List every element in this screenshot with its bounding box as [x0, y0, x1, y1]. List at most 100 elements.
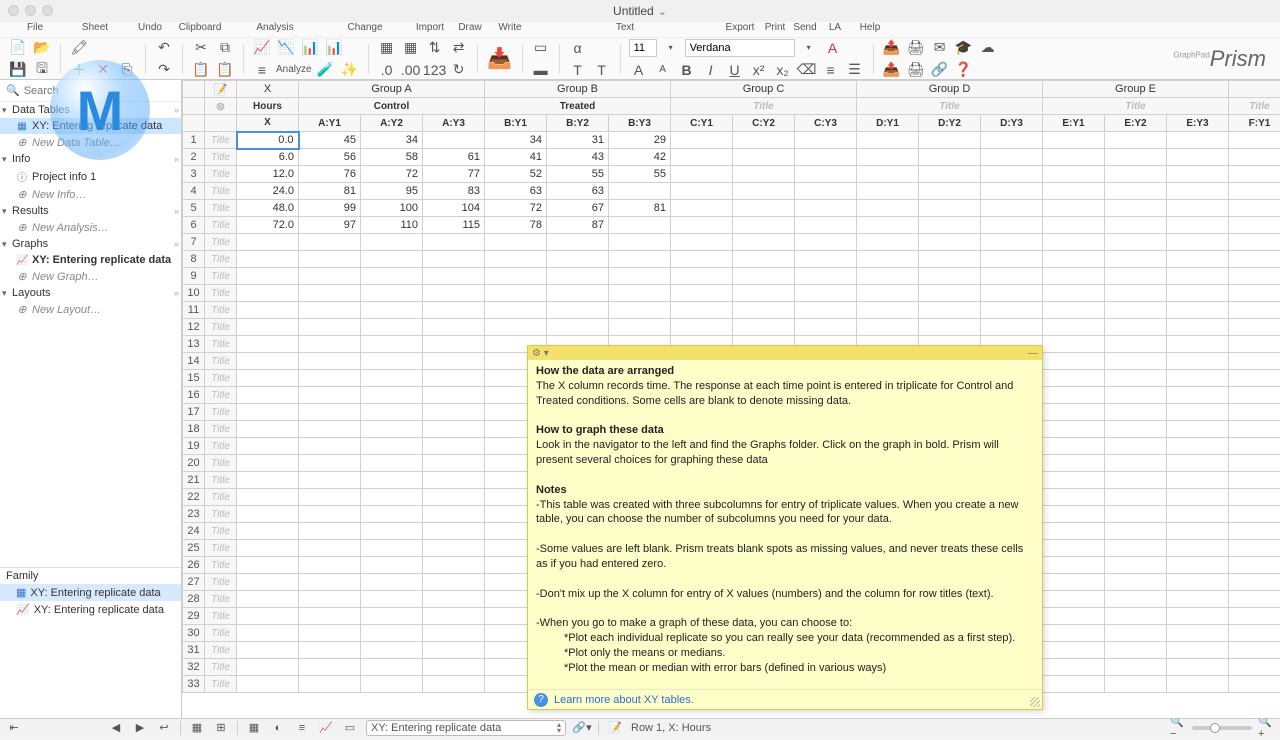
- numbers-icon[interactable]: 123: [425, 60, 445, 80]
- italic-icon[interactable]: I: [701, 60, 721, 80]
- zoom-window-icon[interactable]: [42, 5, 53, 16]
- data-cell[interactable]: [981, 302, 1043, 319]
- x-cell[interactable]: [237, 608, 299, 625]
- data-cell[interactable]: [423, 336, 485, 353]
- data-cell[interactable]: 76: [299, 166, 361, 183]
- row-title[interactable]: Title: [205, 217, 237, 234]
- data-cell[interactable]: [1229, 506, 1280, 523]
- data-cell[interactable]: [423, 268, 485, 285]
- row-title[interactable]: Title: [205, 642, 237, 659]
- data-cell[interactable]: [1043, 183, 1105, 200]
- data-cell[interactable]: [423, 302, 485, 319]
- double-chevron-icon[interactable]: »: [174, 239, 179, 249]
- row-title[interactable]: Title: [205, 523, 237, 540]
- row-number[interactable]: 31: [183, 642, 205, 659]
- row-title[interactable]: Title: [205, 404, 237, 421]
- data-cell[interactable]: [361, 608, 423, 625]
- chart-type-1-icon[interactable]: 📈: [252, 38, 272, 58]
- superscript-icon[interactable]: x²: [749, 60, 769, 80]
- data-cell[interactable]: [795, 149, 857, 166]
- x-cell[interactable]: [237, 659, 299, 676]
- x-cell[interactable]: [237, 472, 299, 489]
- data-cell[interactable]: [733, 285, 795, 302]
- data-cell[interactable]: 72: [361, 166, 423, 183]
- data-cell[interactable]: [1043, 489, 1105, 506]
- data-cell[interactable]: [361, 438, 423, 455]
- menu-help[interactable]: Help: [850, 22, 890, 37]
- row-number[interactable]: 25: [183, 540, 205, 557]
- data-cell[interactable]: [1043, 472, 1105, 489]
- data-cell[interactable]: [981, 319, 1043, 336]
- save-disk-icon[interactable]: 🖫: [32, 60, 52, 80]
- data-cell[interactable]: 52: [485, 166, 547, 183]
- font-size-dropdown-icon[interactable]: ▾: [661, 38, 681, 58]
- data-cell[interactable]: [733, 268, 795, 285]
- fill-icon[interactable]: ▬: [531, 60, 551, 80]
- nav-project-info[interactable]: ⓘ Project info 1: [0, 167, 181, 186]
- data-cell[interactable]: [1229, 455, 1280, 472]
- data-cell[interactable]: [1167, 506, 1229, 523]
- x-cell[interactable]: [237, 557, 299, 574]
- next-sheet-icon[interactable]: ▶: [132, 721, 148, 735]
- row-title[interactable]: Title: [205, 200, 237, 217]
- x-cell[interactable]: [237, 251, 299, 268]
- row-title[interactable]: Title: [205, 591, 237, 608]
- data-cell[interactable]: 97: [299, 217, 361, 234]
- data-cell[interactable]: [857, 302, 919, 319]
- zoom-out-icon[interactable]: 🔍−: [1170, 721, 1186, 735]
- strike-icon[interactable]: ⌫: [797, 60, 817, 80]
- data-cell[interactable]: [1229, 302, 1280, 319]
- resize-handle-icon[interactable]: [1030, 697, 1040, 707]
- menu-send[interactable]: Send: [790, 22, 820, 37]
- data-cell[interactable]: [547, 302, 609, 319]
- group-title[interactable]: Treated: [485, 98, 671, 115]
- sub-header[interactable]: E:Y2: [1105, 115, 1167, 132]
- data-cell[interactable]: [361, 506, 423, 523]
- data-cell[interactable]: [1043, 540, 1105, 557]
- nav-new-graph[interactable]: ⊕ New Graph…: [0, 268, 181, 285]
- data-cell[interactable]: [1167, 557, 1229, 574]
- draw-shape-icon[interactable]: ▭: [531, 38, 551, 58]
- x-cell[interactable]: 12.0: [237, 166, 299, 183]
- data-cell[interactable]: [609, 234, 671, 251]
- menu-import[interactable]: Import: [410, 22, 450, 37]
- minimize-icon[interactable]: —: [1028, 348, 1038, 359]
- x-cell[interactable]: [237, 387, 299, 404]
- data-cell[interactable]: [1167, 353, 1229, 370]
- gear-icon[interactable]: ⚙ ▾: [532, 348, 549, 359]
- data-cell[interactable]: [919, 234, 981, 251]
- data-cell[interactable]: [795, 183, 857, 200]
- data-cell[interactable]: [299, 659, 361, 676]
- data-cell[interactable]: [423, 472, 485, 489]
- x-sub-header[interactable]: X: [237, 115, 299, 132]
- double-chevron-icon[interactable]: »: [174, 288, 179, 298]
- data-cell[interactable]: [1167, 591, 1229, 608]
- x-cell[interactable]: [237, 591, 299, 608]
- data-cell[interactable]: [1105, 557, 1167, 574]
- data-cell[interactable]: [299, 370, 361, 387]
- menu-clipboard[interactable]: Clipboard: [170, 22, 230, 37]
- group-title[interactable]: Title: [857, 98, 1043, 115]
- data-cell[interactable]: [299, 472, 361, 489]
- note-col-icon[interactable]: 📝: [205, 81, 237, 98]
- data-cell[interactable]: [1167, 404, 1229, 421]
- data-cell[interactable]: [733, 302, 795, 319]
- data-cell[interactable]: [299, 625, 361, 642]
- data-cell[interactable]: [361, 370, 423, 387]
- data-cell[interactable]: [299, 489, 361, 506]
- data-cell[interactable]: [919, 149, 981, 166]
- data-cell[interactable]: [1167, 608, 1229, 625]
- nav-section-info[interactable]: ▾ Info »: [0, 151, 181, 167]
- x-title[interactable]: Hours: [237, 98, 299, 115]
- row-number[interactable]: 23: [183, 506, 205, 523]
- data-cell[interactable]: [1105, 608, 1167, 625]
- data-cell[interactable]: [1105, 217, 1167, 234]
- data-cell[interactable]: [1229, 404, 1280, 421]
- data-cell[interactable]: [361, 574, 423, 591]
- data-cell[interactable]: [423, 523, 485, 540]
- data-cell[interactable]: [1105, 421, 1167, 438]
- data-cell[interactable]: [733, 251, 795, 268]
- data-cell[interactable]: [547, 268, 609, 285]
- data-cell[interactable]: 95: [361, 183, 423, 200]
- data-cell[interactable]: [1167, 166, 1229, 183]
